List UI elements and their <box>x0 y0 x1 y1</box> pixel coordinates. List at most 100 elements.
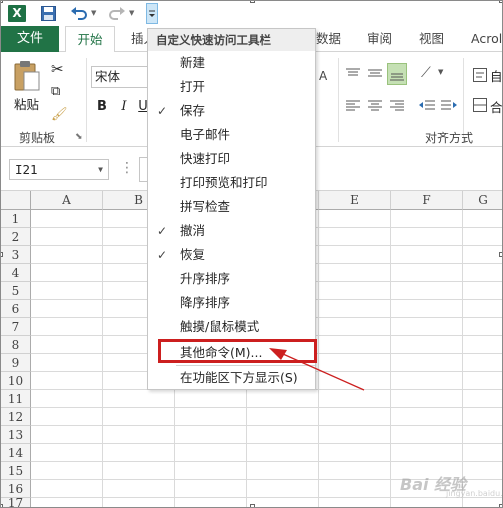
bold-button[interactable]: B <box>94 99 110 114</box>
tab-home[interactable]: 开始 <box>65 26 115 53</box>
row-header[interactable]: 10 <box>1 372 31 390</box>
wrap-text-label[interactable]: 自 <box>490 66 502 85</box>
resize-handle[interactable] <box>499 504 502 507</box>
row-header[interactable]: 3 <box>1 246 31 264</box>
undo-dropdown-icon[interactable]: ▼ <box>91 9 96 17</box>
select-all-corner[interactable] <box>1 191 31 210</box>
row-header[interactable]: 5 <box>1 282 31 300</box>
orientation-dropdown-icon[interactable]: ▼ <box>438 68 443 76</box>
menu-item-sort-desc[interactable]: 降序排序 <box>148 291 315 315</box>
tab-view[interactable]: 视图 <box>419 26 444 52</box>
resize-handle[interactable] <box>1 504 3 507</box>
cut-icon[interactable]: ✂ <box>51 60 67 78</box>
wrap-text-icon[interactable] <box>473 68 487 82</box>
menu-item-label: 新建 <box>180 55 206 70</box>
undo-icon[interactable] <box>70 5 88 21</box>
align-bottom-icon <box>390 73 404 81</box>
align-left-icon[interactable] <box>346 99 360 111</box>
merge-center-icon[interactable] <box>473 98 487 112</box>
resize-handle[interactable] <box>499 252 502 257</box>
column-header[interactable]: F <box>391 191 463 210</box>
name-box-value: I21 <box>15 162 38 177</box>
increase-indent-icon[interactable] <box>441 99 457 111</box>
menu-item-label: 打开 <box>180 79 206 94</box>
name-box[interactable]: I21 ▼ <box>9 159 109 180</box>
resize-handle[interactable] <box>499 1 502 3</box>
format-painter-icon[interactable]: 🖌 <box>51 107 68 123</box>
tab-review[interactable]: 审阅 <box>367 26 392 52</box>
row-header[interactable]: 2 <box>1 228 31 246</box>
resize-handle[interactable] <box>250 1 255 3</box>
menu-item-email[interactable]: 电子邮件 <box>148 123 315 147</box>
customize-qat-menu: 自定义快速访问工具栏 新建 打开 ✓ 保存 电子邮件 快速打印 打印预览和打印 拼… <box>147 28 316 390</box>
tab-acrobat[interactable]: Acrol <box>471 26 502 52</box>
resize-handle[interactable] <box>1 1 3 3</box>
paste-label[interactable]: 粘贴 <box>14 94 39 113</box>
tab-data[interactable]: 数据 <box>316 26 341 52</box>
align-center-icon[interactable] <box>368 99 382 111</box>
row-header[interactable]: 1 <box>1 210 31 228</box>
align-right-icon[interactable] <box>390 99 404 111</box>
menu-item-spelling[interactable]: 拼写检查 <box>148 195 315 219</box>
chevron-down-icon[interactable]: ▼ <box>98 160 103 179</box>
orientation-icon[interactable]: ⟋ <box>421 65 431 81</box>
paste-icon[interactable] <box>13 60 41 92</box>
column-header[interactable]: G <box>463 191 502 210</box>
menu-item-label: 触摸/鼠标模式 <box>180 319 260 334</box>
svg-text:A: A <box>319 69 328 82</box>
row-header[interactable]: 12 <box>1 408 31 426</box>
menu-item-label: 升序排序 <box>180 271 231 286</box>
font-name-box[interactable]: 宋体 <box>91 66 149 88</box>
row-header[interactable]: 17 <box>1 498 31 507</box>
italic-button[interactable]: I <box>116 99 132 114</box>
column-header[interactable]: A <box>31 191 103 210</box>
align-middle-icon[interactable] <box>368 67 382 79</box>
decrease-indent-icon[interactable] <box>419 99 435 111</box>
row-header[interactable]: 11 <box>1 390 31 408</box>
formula-bar-dots[interactable]: ⋮ <box>120 160 134 176</box>
menu-item-undo[interactable]: ✓ 撤消 <box>148 219 315 243</box>
copy-icon[interactable]: ⧉ <box>51 84 67 100</box>
row-header[interactable]: 15 <box>1 462 31 480</box>
resize-handle[interactable] <box>1 252 3 257</box>
redo-icon[interactable] <box>108 5 126 21</box>
annotation-arrow-icon <box>269 348 365 391</box>
menu-item-save[interactable]: ✓ 保存 <box>148 99 315 123</box>
menu-item-label: 恢复 <box>180 247 206 262</box>
excel-app-icon[interactable]: X <box>8 5 26 22</box>
save-icon[interactable] <box>41 6 56 21</box>
menu-item-open[interactable]: 打开 <box>148 75 315 99</box>
redo-dropdown-icon[interactable]: ▼ <box>129 9 134 17</box>
align-bottom-button[interactable] <box>387 63 407 85</box>
alignment-group-label: 对齐方式 <box>425 131 474 145</box>
menu-title: 自定义快速访问工具栏 <box>148 29 315 51</box>
menu-item-label: 快速打印 <box>180 151 231 166</box>
align-top-icon[interactable] <box>346 67 360 79</box>
row-header[interactable]: 14 <box>1 444 31 462</box>
menu-item-print-preview[interactable]: 打印预览和打印 <box>148 171 315 195</box>
menu-item-redo[interactable]: ✓ 恢复 <box>148 243 315 267</box>
group-divider <box>86 58 87 142</box>
customize-qat-button[interactable] <box>146 3 158 24</box>
menu-item-label: 拼写检查 <box>180 199 231 214</box>
menu-item-touch-mode[interactable]: 触摸/鼠标模式 <box>148 315 315 339</box>
menu-item-new[interactable]: 新建 <box>148 51 315 75</box>
dialog-launcher-icon[interactable]: ⬊ <box>75 132 91 148</box>
decrease-font-icon[interactable]: A <box>319 68 331 82</box>
row-header[interactable]: 6 <box>1 300 31 318</box>
merge-center-label[interactable]: 合 <box>490 97 502 116</box>
check-icon: ✓ <box>157 224 168 238</box>
menu-item-quick-print[interactable]: 快速打印 <box>148 147 315 171</box>
row-header[interactable]: 4 <box>1 264 31 282</box>
column-header[interactable]: E <box>319 191 391 210</box>
menu-item-sort-asc[interactable]: 升序排序 <box>148 267 315 291</box>
row-header[interactable]: 16 <box>1 480 31 498</box>
row-header[interactable]: 9 <box>1 354 31 372</box>
row-header[interactable]: 8 <box>1 336 31 354</box>
quick-access-toolbar: X ▼ ▼ <box>1 1 502 26</box>
row-header[interactable]: 7 <box>1 318 31 336</box>
row-header[interactable]: 13 <box>1 426 31 444</box>
tab-file[interactable]: 文件 <box>1 26 59 52</box>
menu-item-label: 电子邮件 <box>180 127 231 142</box>
resize-handle[interactable] <box>250 504 255 507</box>
